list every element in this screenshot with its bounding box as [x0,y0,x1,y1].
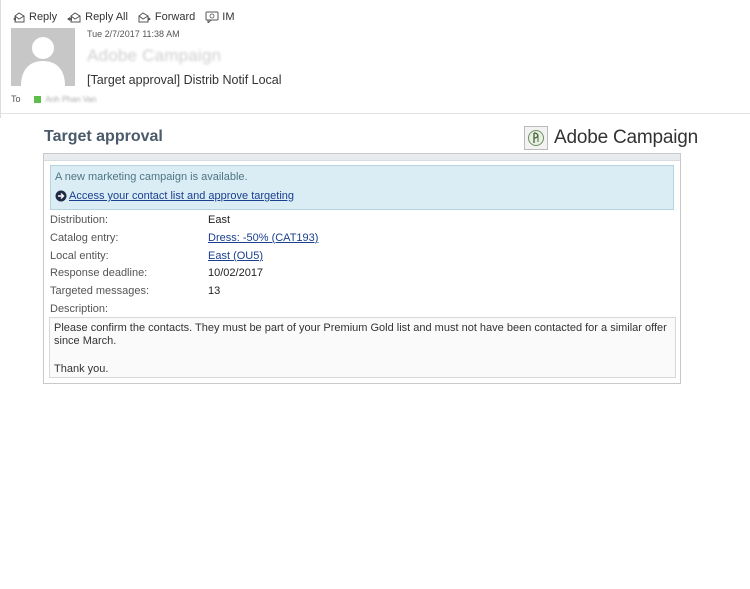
field-label: Targeted messages: [50,285,150,297]
reply-button[interactable]: Reply [12,11,57,23]
im-label: IM [222,11,235,23]
field-value: 10/02/2017 [208,267,264,279]
closing-text: Thank you. [54,363,109,375]
im-icon [205,11,219,23]
forward-label: Forward [154,11,196,23]
window-edge [0,0,1,118]
circle-arrow-icon [55,190,67,202]
adobe-campaign-logo-icon [524,126,548,150]
header-divider [0,113,750,114]
reply-all-button[interactable]: Reply All [67,11,128,23]
approve-targeting-label: Access your contact list and approve tar… [69,190,295,202]
field-label: Distribution: [50,214,109,226]
field-label: Catalog entry: [50,232,119,244]
sender-avatar [11,28,75,86]
message-date: Tue 2/7/2017 11:38 AM [87,29,180,39]
im-button[interactable]: IM [205,11,235,23]
field-label: Local entity: [50,250,109,262]
presence-indicator [33,95,41,103]
sender-name: Adobe Campaign [87,46,222,65]
local-entity-link[interactable]: East (OU5) [208,249,263,263]
card-header-bar [44,154,680,161]
brand-name: Adobe Campaign [554,127,699,148]
description-box: Please confirm the contacts. They must b… [49,317,676,378]
recipients-row: To Anh Phan Van [11,94,97,104]
forward-icon [138,12,151,23]
brand-header: Adobe Campaign [524,126,698,150]
to-label: To [11,94,21,104]
forward-button[interactable]: Forward [138,11,195,23]
field-label: Response deadline: [50,267,148,279]
catalog-entry-link[interactable]: Dress: -50% (CAT193) [208,231,318,245]
reply-all-label: Reply All [85,11,128,23]
message-toolbar: Reply Reply All Forward IM [12,8,235,26]
email-title: Target approval [44,128,163,145]
notice-panel: A new marketing campaign is available. A… [50,165,674,210]
reply-icon [13,12,25,23]
reply-all-icon [67,12,81,23]
reply-label: Reply [29,11,58,23]
message-subject: [Target approval] Distrib Notif Local [87,73,282,87]
field-label: Description: [50,303,109,315]
description-text: Please confirm the contacts. They must b… [54,322,667,347]
notice-text: A new marketing campaign is available. [55,171,248,183]
avatar-silhouette [21,37,65,86]
recipient-name[interactable]: Anh Phan Van [46,95,97,104]
approve-targeting-link[interactable]: Access your contact list and approve tar… [55,190,294,202]
approval-card: A new marketing campaign is available. A… [43,153,681,384]
field-value: 13 [208,285,221,297]
field-value: East [208,214,231,226]
